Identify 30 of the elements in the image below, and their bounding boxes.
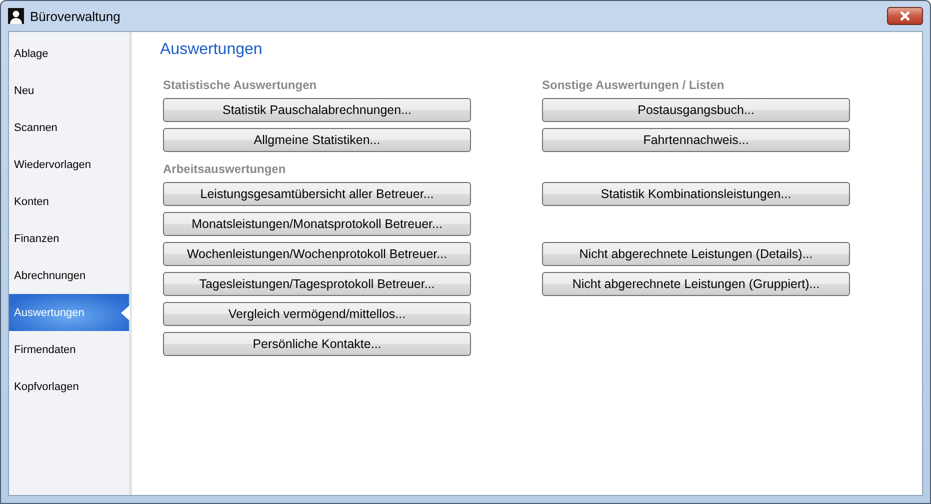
close-icon (899, 11, 911, 21)
report-button[interactable]: Postausgangsbuch... (542, 98, 850, 122)
page-title: Auswertungen (160, 41, 264, 59)
report-button[interactable]: Statistik Pauschalabrechnungen... (163, 98, 471, 122)
sidebar-item[interactable]: Abrechnungen (9, 257, 129, 294)
sidebar-item[interactable]: Finanzen (9, 220, 129, 257)
report-button[interactable]: Monatsleistungen/Monatsprotokoll Betreuer... (163, 212, 471, 236)
sidebar-item[interactable]: Konten (9, 183, 129, 220)
report-button[interactable]: Nicht abgerechnete Leistungen (Details)... (542, 242, 850, 266)
section-heading: Statistische Auswertungen (163, 77, 318, 92)
report-button[interactable]: Allgmeine Statistiken... (163, 128, 471, 152)
report-button[interactable]: Nicht abgerechnete Leistungen (Gruppiert)... (542, 272, 850, 296)
sidebar-item[interactable]: Kopfvorlagen (9, 368, 129, 405)
report-button[interactable]: Statistik Kombinationsleistungen... (542, 182, 850, 206)
window-title: Büroverwaltung (30, 8, 120, 24)
close-button[interactable] (887, 7, 923, 25)
report-button[interactable]: Tagesleistungen/Tagesprotokoll Betreuer... (163, 272, 471, 296)
sidebar-item[interactable]: Firmendaten (9, 331, 129, 368)
report-button[interactable]: Fahrtennachweis... (542, 128, 850, 152)
report-button[interactable]: Leistungsgesamtübersicht aller Betreuer... (163, 182, 471, 206)
section-heading: Sonstige Auswertungen / Listen (542, 77, 726, 92)
sidebar-item[interactable]: Scannen (9, 109, 129, 146)
report-button[interactable]: Wochenleistungen/Wochenprotokoll Betreuer... (163, 242, 471, 266)
report-button[interactable]: Vergleich vermögend/mittellos... (163, 302, 471, 326)
report-button[interactable]: Persönliche Kontakte... (163, 332, 471, 356)
sidebar-item[interactable]: Neu (9, 72, 129, 109)
sidebar-item[interactable]: Ablage (9, 35, 129, 72)
section-heading: Arbeitsauswertungen (163, 161, 287, 176)
sidebar-item[interactable]: Wiedervorlagen (9, 146, 129, 183)
user-icon (8, 8, 24, 24)
